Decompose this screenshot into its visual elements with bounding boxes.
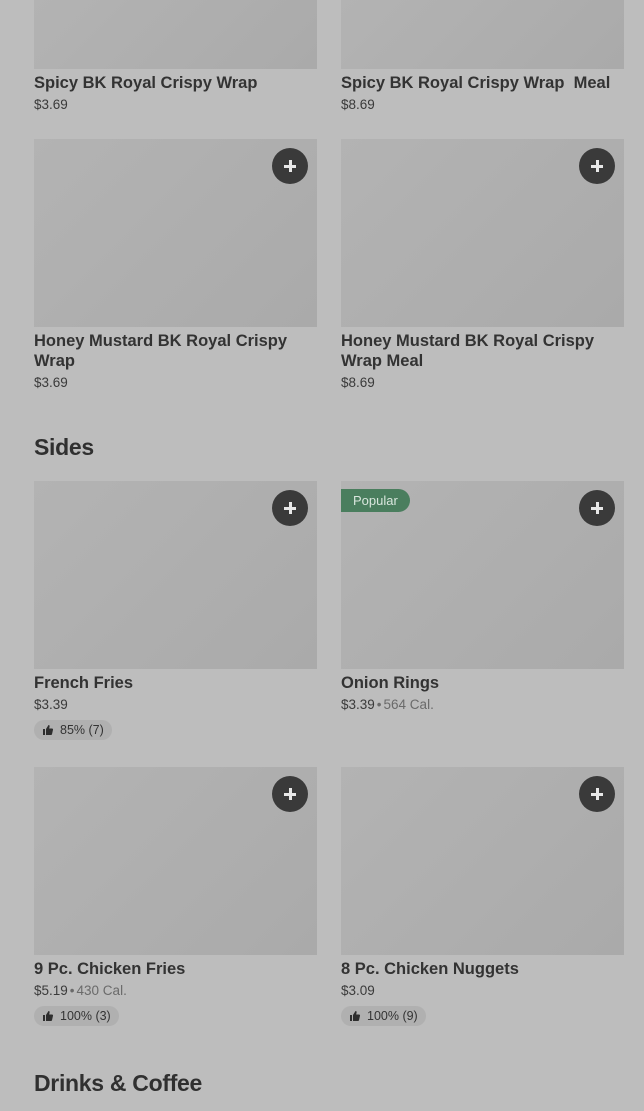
item-price: $3.69	[34, 375, 68, 390]
menu-item-card[interactable]: Honey Mustard BK Royal Crispy Wrap $3.69	[34, 139, 317, 392]
item-price: $3.39 • 564 Cal.	[341, 697, 434, 712]
rating-badge: 100% (3)	[34, 1006, 119, 1026]
section-title-drinks: Drinks & Coffee	[34, 1070, 203, 1096]
menu-item-card[interactable]: French Fries $3.39 85% (7)	[34, 481, 317, 741]
item-price: $3.39	[34, 697, 68, 712]
item-image[interactable]	[34, 481, 317, 669]
item-image[interactable]	[34, 0, 317, 69]
menu-item-card[interactable]: 9 Pc. Chicken Fries $5.19 • 430 Cal. 100% …	[34, 767, 317, 1027]
section-title-sides: Sides	[34, 434, 94, 460]
item-name: Onion Rings	[341, 674, 440, 692]
rating-text: 85% (7)	[60, 723, 104, 737]
add-to-cart-button[interactable]	[579, 148, 615, 184]
thumbs-up-icon	[350, 1011, 361, 1021]
plus-icon	[284, 788, 296, 800]
rating-badge: 85% (7)	[34, 720, 112, 740]
rating-badge: 100% (9)	[341, 1006, 426, 1026]
menu-item-card[interactable]: Spicy BK Royal Crispy Wrap $3.69	[34, 0, 317, 114]
item-price: $8.69	[341, 97, 375, 112]
add-to-cart-button[interactable]	[272, 776, 308, 812]
rating-text: 100% (3)	[60, 1009, 111, 1023]
item-image[interactable]	[34, 139, 317, 327]
add-to-cart-button[interactable]	[272, 148, 308, 184]
item-name: Spicy BK Royal Crispy Wrap	[34, 74, 258, 92]
item-price: $3.09	[341, 983, 375, 998]
item-image[interactable]: Popular	[341, 481, 624, 669]
item-image[interactable]	[341, 139, 624, 327]
menu-item-card[interactable]: 8 Pc. Chicken Nuggets $3.09 100% (9)	[341, 767, 624, 1027]
item-price: $8.69	[341, 375, 375, 390]
rating-text: 100% (9)	[367, 1009, 418, 1023]
menu-item-card[interactable]: Honey Mustard BK Royal Crispy Wrap Meal …	[341, 139, 624, 392]
item-name: French Fries	[34, 674, 134, 692]
item-calories: 564 Cal.	[383, 697, 434, 712]
item-image[interactable]	[34, 767, 317, 955]
item-name: 9 Pc. Chicken Fries	[34, 960, 186, 978]
item-image[interactable]	[341, 767, 624, 955]
add-to-cart-button[interactable]	[579, 490, 615, 526]
item-calories: 430 Cal.	[76, 983, 127, 998]
item-price: $5.19 • 430 Cal.	[34, 983, 127, 998]
plus-icon	[591, 160, 603, 172]
item-name: Honey Mustard BK Royal Crispy Wrap Meal	[341, 332, 595, 370]
item-name: 8 Pc. Chicken Nuggets	[341, 960, 519, 978]
add-to-cart-button[interactable]	[272, 490, 308, 526]
popular-badge: Popular	[341, 489, 410, 512]
thumbs-up-icon	[43, 1011, 54, 1021]
item-name: Spicy BK Royal Crispy Wrap Meal	[341, 74, 611, 92]
item-price: $3.69	[34, 97, 68, 112]
plus-icon	[591, 788, 603, 800]
menu-item-card[interactable]: Spicy BK Royal Crispy Wrap Meal $8.69	[341, 0, 624, 114]
item-image[interactable]	[341, 0, 624, 69]
add-to-cart-button[interactable]	[579, 776, 615, 812]
thumbs-up-icon	[43, 725, 54, 735]
plus-icon	[284, 160, 296, 172]
plus-icon	[591, 502, 603, 514]
item-name: Honey Mustard BK Royal Crispy Wrap	[34, 332, 288, 370]
menu-item-card[interactable]: Popular Onion Rings $3.39 • 564 Cal.	[341, 481, 624, 714]
plus-icon	[284, 502, 296, 514]
